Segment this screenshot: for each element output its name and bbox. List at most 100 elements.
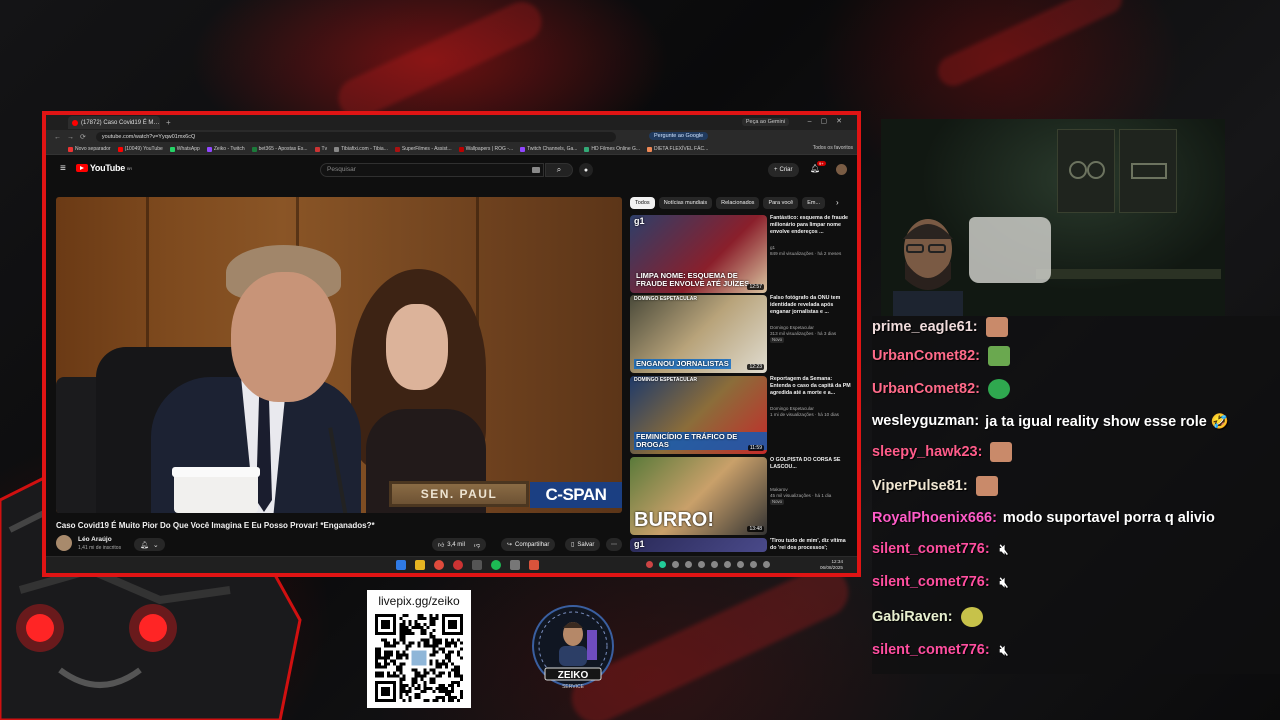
ask-google-button[interactable]: Pergunte ao Google	[649, 132, 709, 140]
search-button[interactable]: ⌕	[545, 163, 573, 177]
tray-icon[interactable]	[646, 561, 653, 568]
bookmark-item[interactable]: HD Filmes Online G...	[584, 146, 640, 152]
recommended-video-title[interactable]: Reportagem da Semana: Entenda o caso da …	[770, 376, 852, 397]
chat-message: ViperPulse81:	[872, 473, 998, 499]
more-actions-button[interactable]: ⋯	[606, 538, 622, 551]
system-clock[interactable]: 12:34 06/08/2025	[820, 559, 843, 570]
wifi-icon[interactable]	[750, 561, 757, 568]
bookmark-item[interactable]: Zeiko - Twitch	[206, 146, 245, 152]
bookmark-favicon-icon	[520, 146, 526, 152]
bookmark-item[interactable]: Tibiafixi.com - Tibia...	[334, 146, 388, 152]
windows-taskbar: 12:34 06/08/2025	[46, 556, 857, 573]
menu-icon[interactable]: ≡	[60, 163, 66, 174]
channel-name[interactable]: Léo Araújo	[78, 536, 112, 543]
bookmark-item[interactable]: Twitch Channels, Ga...	[520, 146, 577, 152]
chat-username[interactable]: sleepy_hawk23:	[872, 444, 982, 460]
tray-icon[interactable]	[711, 561, 718, 568]
chat-username[interactable]: wesleyguzman:	[872, 413, 979, 429]
logo-subtext: SERVICE	[562, 684, 585, 690]
channel-avatar[interactable]	[56, 535, 72, 551]
video-thumbnail[interactable]: g1	[630, 538, 767, 552]
app-icon[interactable]	[453, 560, 463, 570]
recommended-video[interactable]: DOMINGO ESPETACULAR ENGANOU JORNALISTAS 12…	[630, 295, 852, 373]
search-input[interactable]: Pesquisar	[320, 163, 544, 177]
chat-username[interactable]: ViperPulse81:	[872, 478, 968, 494]
like-button[interactable]: 👍︎ 3,4 mil 👎︎	[432, 538, 487, 551]
tray-icon[interactable]	[698, 561, 705, 568]
filter-chip[interactable]: Para você	[763, 197, 799, 209]
senator-nameplate: SEN. PAUL	[389, 481, 529, 507]
recommended-video-title[interactable]: Fantástico: esquema de fraude milionário…	[770, 215, 852, 236]
recommended-video[interactable]: BURRO! 13:48 O GOLPISTA DO CORSA SE LASCOU…	[630, 457, 852, 535]
filter-chip[interactable]: Em...	[802, 197, 826, 209]
app-icon[interactable]	[529, 560, 539, 570]
video-thumbnail[interactable]: DOMINGO ESPETACULAR FEMINICÍDIO E TRÁFICO…	[630, 376, 767, 454]
video-duration: 12:57	[747, 284, 764, 290]
chat-username[interactable]: prime_eagle61:	[872, 319, 978, 335]
recommended-video-title[interactable]: 'Tirou tudo de mim', diz vítima do 'rei …	[770, 538, 852, 552]
windows-start-icon[interactable]	[396, 560, 406, 570]
tray-icon[interactable]	[659, 561, 666, 568]
new-tab-icon[interactable]: +	[166, 118, 171, 127]
recommended-video[interactable]: g1 LIMPA NOME: ESQUEMA DE FRAUDE ENVOLVE …	[630, 215, 852, 293]
bookmark-item[interactable]: (10049) YouTube	[117, 146, 163, 152]
video-thumbnail[interactable]: DOMINGO ESPETACULAR ENGANOU JORNALISTAS 12…	[630, 295, 767, 373]
subscription-bell-button[interactable]: 🔔︎ ⌄	[134, 538, 165, 551]
tray-icon[interactable]	[685, 561, 692, 568]
face-emote-icon	[975, 476, 998, 496]
bookmark-item[interactable]: DIETA FLEXÍVEL FÁC...	[647, 146, 708, 152]
voice-search-icon[interactable]: ●	[579, 163, 593, 177]
tray-icon[interactable]	[672, 561, 679, 568]
tab-title: (17872) Caso Covid19 É M…	[81, 119, 160, 126]
chat-username[interactable]: silent_comet776:	[872, 541, 990, 557]
livepix-qr-card: livepix.gg/zeiko	[367, 590, 471, 708]
share-button[interactable]: ↪ Compartilhar	[501, 538, 556, 551]
save-button[interactable]: ▯ Salvar	[565, 538, 601, 551]
bookmark-item[interactable]: Tv	[314, 146, 327, 152]
window-controls[interactable]: –▢✕	[808, 117, 851, 125]
system-tray	[646, 561, 770, 568]
chat-message: RoyalPhoenix666: modo suportavel porra q …	[872, 505, 1215, 531]
app-icon[interactable]	[510, 560, 520, 570]
recommended-video-title[interactable]: Falso fotógrafo da ONU tem identidade re…	[770, 295, 852, 316]
app-icon[interactable]	[472, 560, 482, 570]
bookmark-item[interactable]: Novo separador	[68, 146, 111, 152]
chat-username[interactable]: GabiRaven:	[872, 609, 953, 625]
video-thumbnail[interactable]: g1 LIMPA NOME: ESQUEMA DE FRAUDE ENVOLVE …	[630, 215, 767, 293]
recommended-video-title[interactable]: O GOLPISTA DO CORSA SE LASCOU...	[770, 457, 852, 471]
nav-arrows-icon[interactable]: ←→⟳	[54, 133, 92, 141]
volume-icon[interactable]	[763, 561, 770, 568]
chat-username[interactable]: RoyalPhoenix666:	[872, 510, 997, 526]
url-field[interactable]: youtube.com/watch?v=Yyqw01mx6cQ	[95, 132, 616, 142]
chat-username[interactable]: silent_comet776:	[872, 642, 990, 658]
chevron-right-icon[interactable]: ›	[836, 198, 839, 207]
chat-username[interactable]: silent_comet776:	[872, 574, 990, 590]
create-button[interactable]: + Criar	[768, 163, 799, 177]
bookmark-item[interactable]: WhatsApp	[169, 146, 200, 152]
keyboard-icon[interactable]	[532, 167, 540, 173]
bookmark-item[interactable]: Wallpapers | ROG -...	[458, 146, 513, 152]
chrome-icon[interactable]	[434, 560, 444, 570]
video-thumbnail[interactable]: BURRO! 13:48	[630, 457, 767, 535]
recommended-video[interactable]: DOMINGO ESPETACULAR FEMINICÍDIO E TRÁFICO…	[630, 376, 852, 454]
account-avatar[interactable]	[836, 164, 847, 175]
filter-chip[interactable]: Relacionados	[716, 197, 760, 209]
browser-tab[interactable]: (17872) Caso Covid19 É M…	[68, 116, 160, 129]
tray-icon[interactable]	[724, 561, 731, 568]
file-explorer-icon[interactable]	[415, 560, 425, 570]
chat-username[interactable]: UrbanComet82:	[872, 381, 980, 397]
bookmark-item[interactable]: bet365 - Apostas Es...	[251, 146, 308, 152]
tray-icon[interactable]	[737, 561, 744, 568]
recommended-video[interactable]: g1 'Tirou tudo de mim', diz vítima do 're…	[630, 538, 852, 552]
filter-chip[interactable]: Todos	[630, 197, 655, 209]
bookmark-item[interactable]: SuperFilmes - Assist...	[394, 146, 452, 152]
filter-chip[interactable]: Notícias mundiais	[658, 197, 713, 209]
thumbnail-overlay-text: BURRO!	[634, 509, 714, 531]
gemini-button[interactable]: Peça ao Gemini	[741, 118, 789, 126]
all-bookmarks[interactable]: Todos os favoritos	[813, 145, 853, 151]
chat-username[interactable]: UrbanComet82:	[872, 348, 980, 364]
youtube-logo[interactable]: YouTube BR	[75, 163, 132, 173]
video-player[interactable]: SEN. PAUL C-SPAN	[56, 197, 622, 513]
spotify-icon[interactable]	[491, 560, 501, 570]
chat-text: modo suportavel porra q alivio	[1002, 510, 1215, 526]
